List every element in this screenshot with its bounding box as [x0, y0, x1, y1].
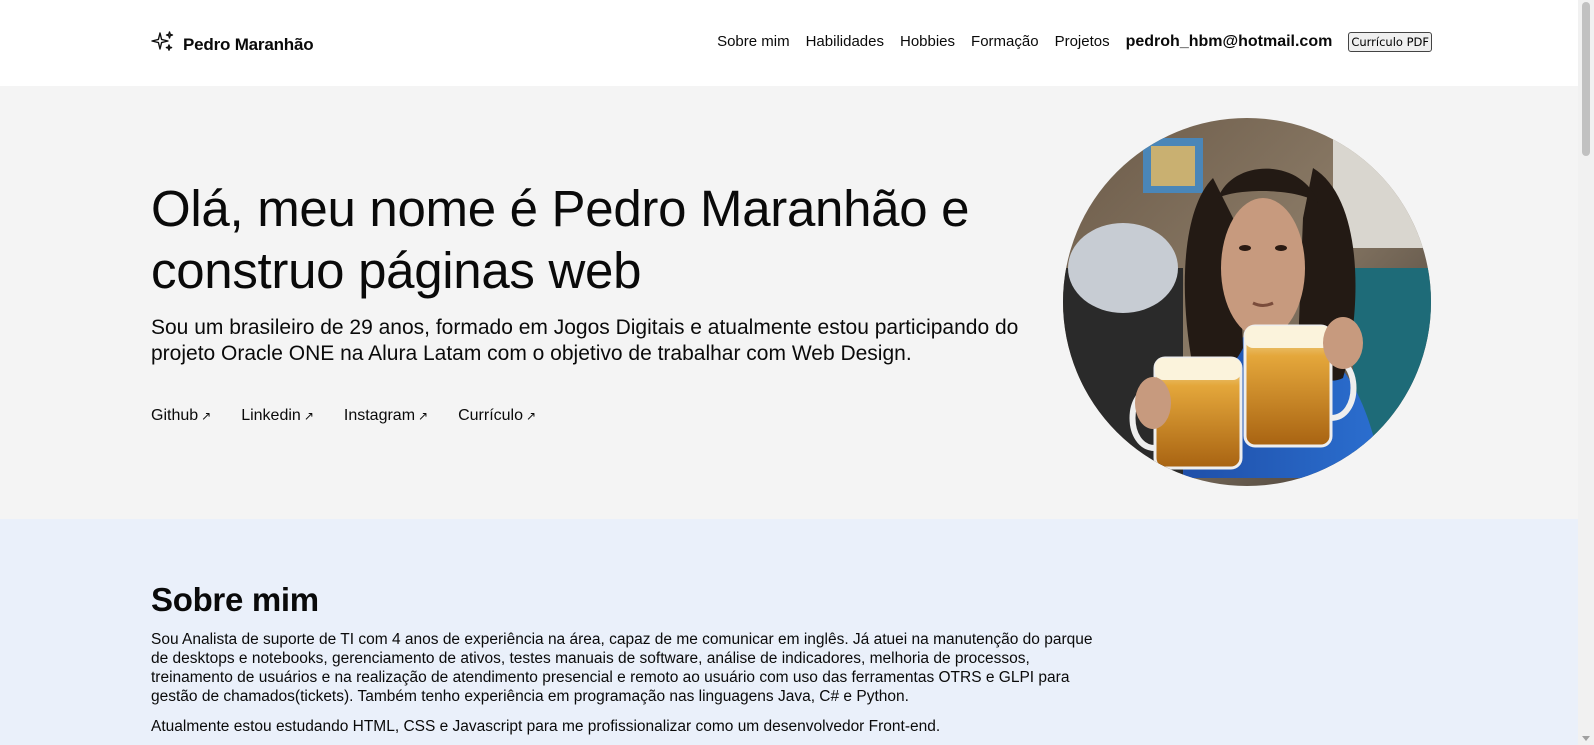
arrow-up-right-icon: ↗	[525, 409, 537, 423]
arrow-up-right-icon: ↗	[201, 409, 212, 423]
instagram-link-label: Instagram	[343, 407, 416, 424]
nav-link-sobre-mim[interactable]: Sobre mim	[717, 30, 790, 54]
profile-photo	[1063, 118, 1431, 486]
social-links: Github ↗ Linkedin ↗ Instagram ↗ Currículo ↗	[151, 407, 566, 425]
github-link-label: Github	[151, 407, 199, 424]
nav-link-projetos[interactable]: Projetos	[1055, 30, 1110, 54]
nav-link-hobbies[interactable]: Hobbies	[900, 30, 955, 54]
about-section: Sobre mim Sou Analista de suporte de TI …	[0, 519, 1578, 745]
page-scrollbar[interactable]	[1578, 0, 1594, 745]
linkedin-link-label: Linkedin	[241, 407, 301, 424]
about-paragraph-1: Sou Analista de suporte de TI com 4 anos…	[151, 631, 1093, 705]
brand[interactable]: Pedro Maranhão	[151, 30, 314, 59]
github-link[interactable]: Github ↗	[151, 407, 211, 425]
nav-link-habilidades[interactable]: Habilidades	[806, 30, 884, 54]
scroll-down-icon[interactable]	[1582, 736, 1590, 741]
scrollbar-thumb[interactable]	[1582, 2, 1590, 156]
about-heading: Sobre mim	[151, 581, 319, 618]
nav-link-formacao[interactable]: Formação	[971, 30, 1039, 54]
about-paragraph-2: Atualmente estou estudando HTML, CSS e J…	[151, 718, 941, 735]
instagram-link[interactable]: Instagram ↗	[344, 407, 428, 425]
curriculo-link-label: Currículo	[458, 407, 523, 424]
arrow-up-right-icon: ↗	[418, 409, 429, 423]
main-nav: Sobre mim Habilidades Hobbies Formação P…	[701, 30, 1432, 54]
arrow-up-right-icon: ↗	[303, 409, 314, 423]
linkedin-link[interactable]: Linkedin ↗	[241, 407, 314, 425]
curriculo-link[interactable]: Currículo ↗	[458, 407, 536, 425]
email-link[interactable]: pedroh_hbm@hotmail.com	[1126, 30, 1333, 54]
curriculo-pdf-button[interactable]: Currículo PDF	[1348, 32, 1432, 52]
brand-name: Pedro Maranhão	[183, 34, 314, 54]
hero-title: Olá, meu nome é Pedro Maranhão e constru…	[151, 180, 970, 299]
site-header: Pedro Maranhão Sobre mim Habilidades Hob…	[0, 0, 1578, 86]
sparkles-icon	[151, 30, 175, 59]
hero-description: Sou um brasileiro de 29 anos, formado em…	[151, 316, 1019, 365]
